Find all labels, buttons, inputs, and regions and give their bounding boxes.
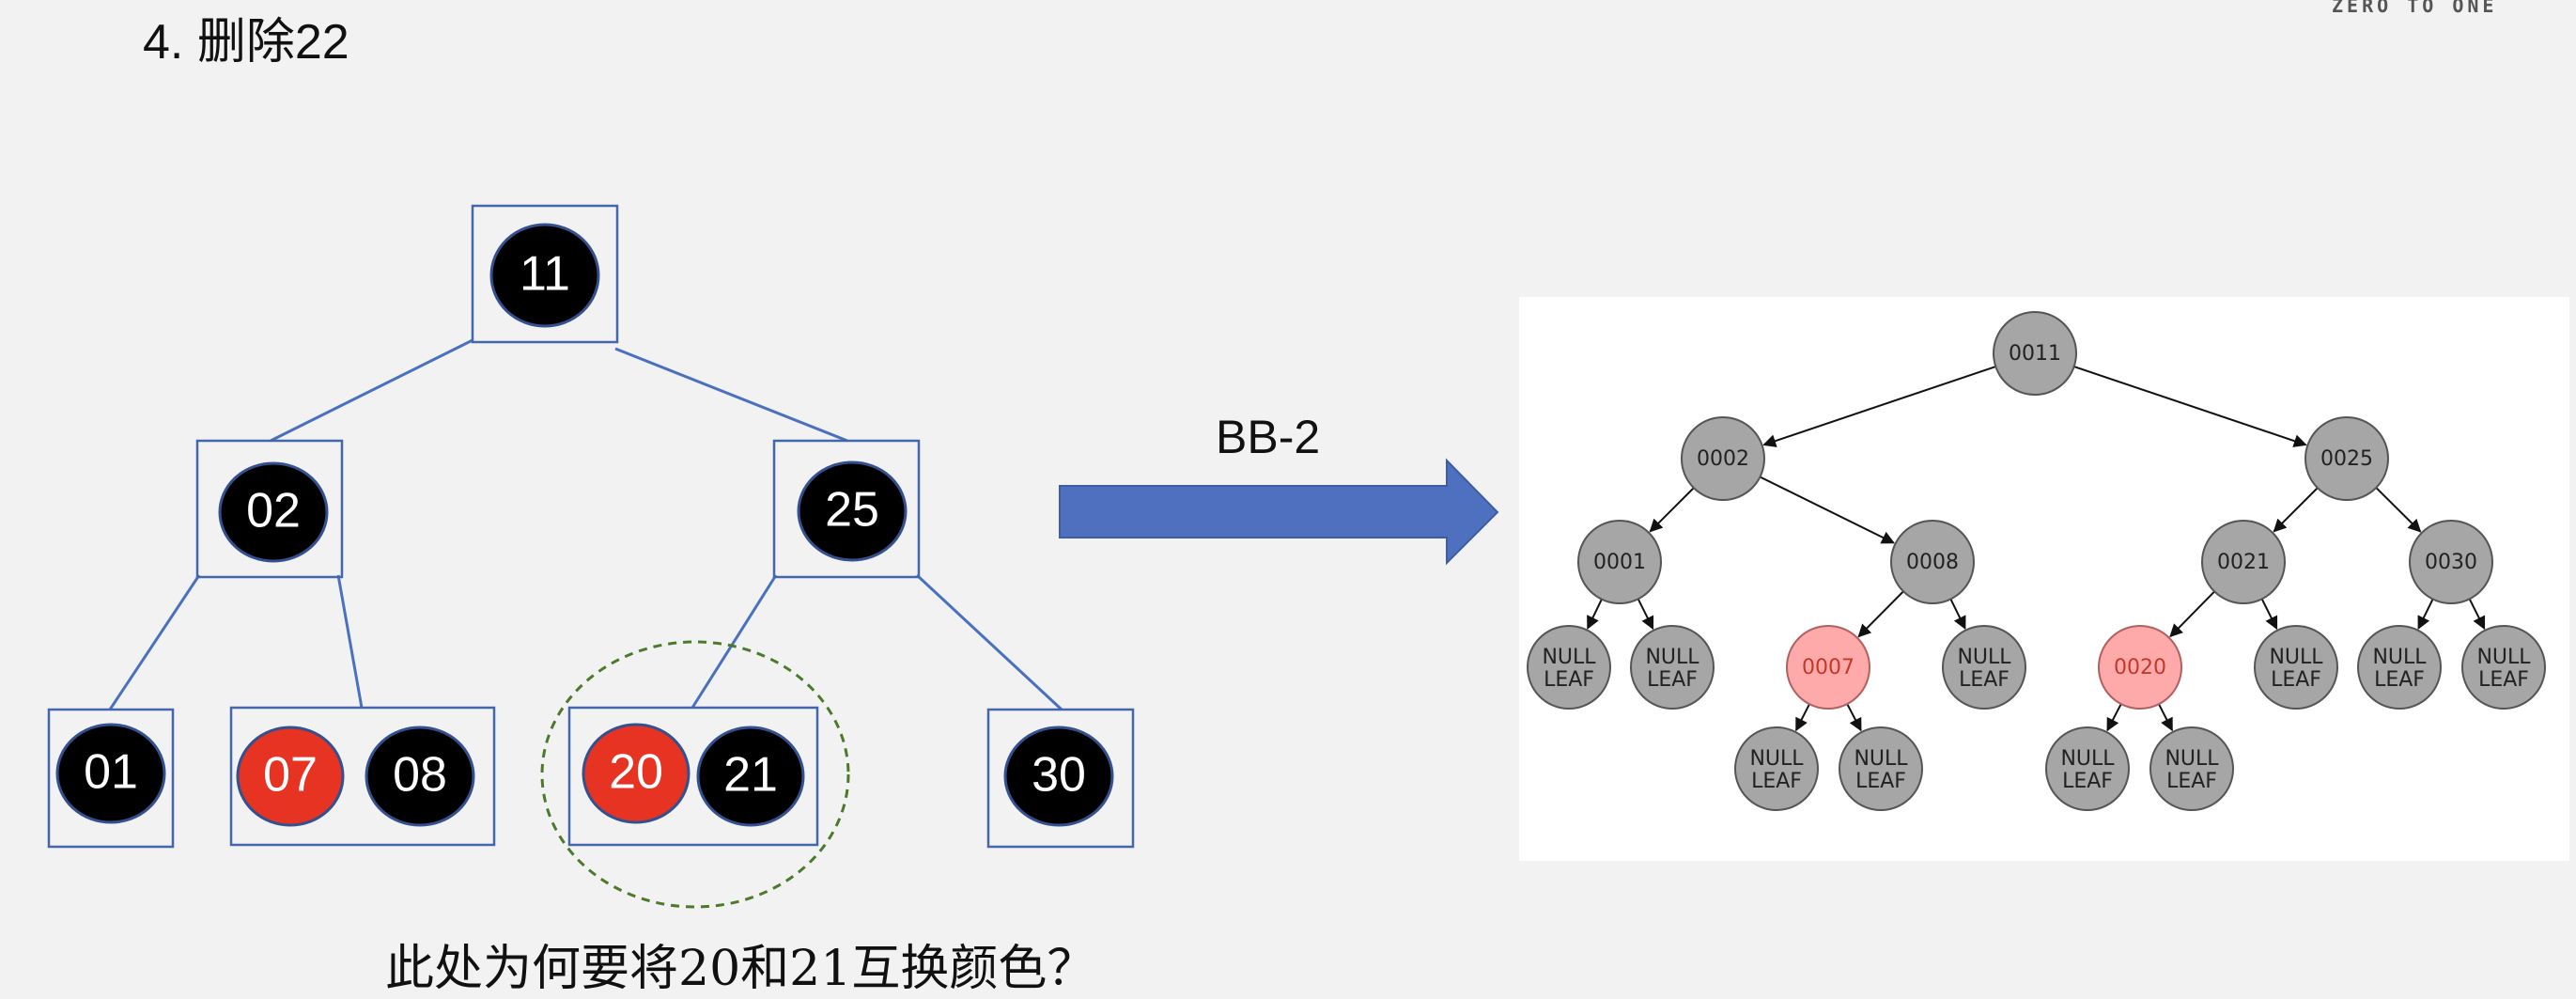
rb-node-label: NULL [2269,646,2323,669]
key-label: 21 [723,748,778,803]
key-label: 01 [84,745,138,800]
b-tree-edge [915,573,1063,711]
rb-node-label: LEAF [1647,668,1698,692]
rb-node-label: 0011 [2009,342,2061,366]
page-title: 4. 删除22 [143,15,349,70]
brand-logo-text: ZERO TO ONE [2332,0,2498,17]
rb-node-label: 0007 [1802,656,1854,679]
rb-node-label: LEAF [2271,668,2321,692]
b-tree-diagram: 11 02 25 01 07 08 20 21 30 [47,204,1135,909]
transform-arrow [1059,458,1499,566]
rb-node-label: NULL [1749,747,1804,771]
rb-node-label: LEAF [1544,668,1594,692]
rb-node-label: LEAF [1959,668,2010,692]
rb-node-label: 0008 [1906,551,1959,574]
key-label: 07 [263,748,318,803]
rb-node-label: NULL [1854,747,1908,771]
rb-node-label: NULL [2060,747,2115,771]
rb-node-label: 0021 [2217,551,2270,574]
rb-node-label: NULL [1957,646,2011,669]
rb-node-label: NULL [2165,747,2219,771]
question-text: 此处为何要将20和21互换颜色？ [385,941,1096,997]
key-label: 25 [825,483,879,538]
rb-node-label: 0020 [2114,656,2166,679]
diagram-canvas: 11 02 25 01 07 08 20 21 30 0011 0002 0025 0001 0008 0… [47,204,2569,909]
rb-node-label: NULL [1645,646,1699,669]
rb-node-label: NULL [2372,646,2427,669]
b-tree-edge [614,347,848,443]
rb-node-label: LEAF [2062,770,2113,793]
rb-node-label: LEAF [1855,770,1906,793]
key-label: 20 [609,745,663,800]
rb-node-label: 0025 [2320,447,2373,471]
arrow-label: BB-2 [1216,411,1321,463]
key-label: 02 [246,484,301,539]
b-tree-edge [336,574,364,709]
rb-node-label: NULL [1542,646,1596,669]
rb-node-label: LEAF [1751,770,1802,793]
red-black-tree-panel: 00110002 00250001 0008 0021 0030NULLLEAFNULL… [1519,297,2569,861]
key-label: 30 [1032,748,1086,803]
rb-node-label: LEAF [2374,668,2425,692]
rb-node-label: LEAF [2166,770,2217,793]
rb-node-label: LEAF [2478,668,2529,692]
rb-node-label: 0002 [1697,447,1749,471]
right-arrow-icon [1059,458,1499,566]
rb-node-label: NULL [2476,646,2531,669]
b-tree-edge [108,574,201,710]
key-label: 11 [520,247,570,302]
rb-node-label: 0001 [1593,551,1646,574]
b-tree-edge [270,338,473,443]
rb-node-label: 0030 [2425,551,2477,574]
key-label: 08 [393,748,447,803]
